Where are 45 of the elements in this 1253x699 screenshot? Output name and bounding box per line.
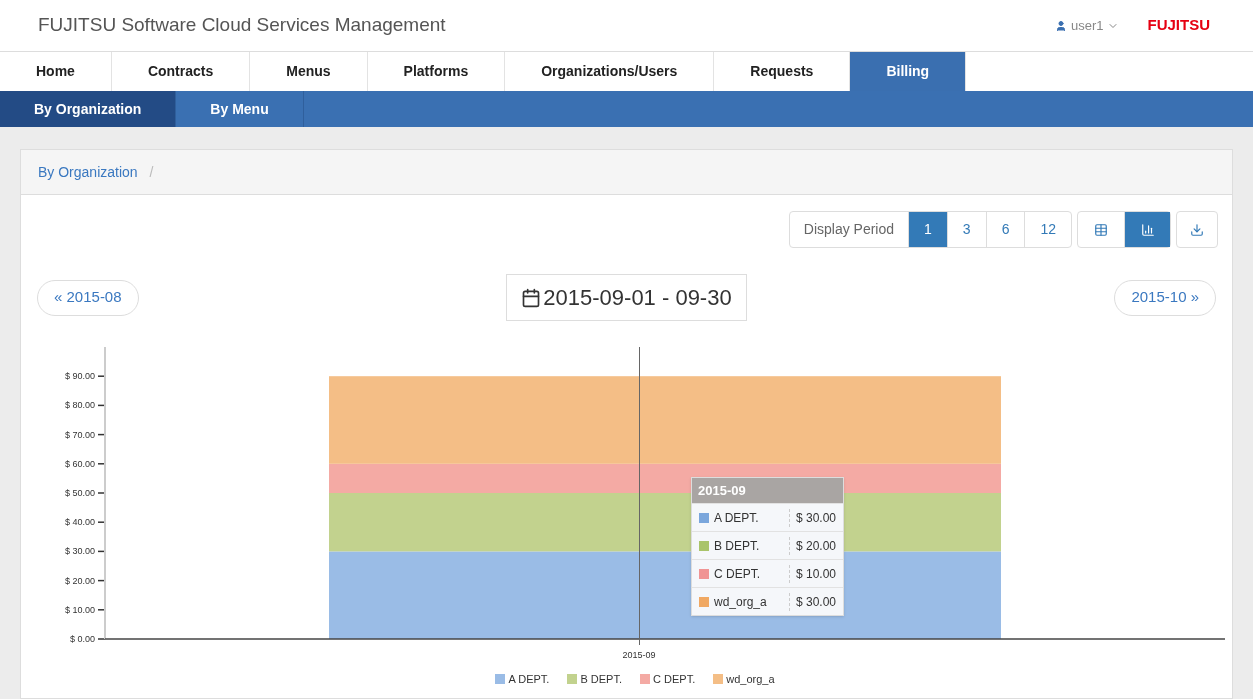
table-icon bbox=[1094, 222, 1108, 237]
tooltip-value: $ 30.00 bbox=[789, 592, 837, 611]
legend-label: A DEPT. bbox=[508, 672, 550, 687]
y-tick-label: $ 50.00 bbox=[64, 488, 95, 498]
tooltip-value: $ 30.00 bbox=[789, 508, 837, 527]
logo: FUJITSU bbox=[1147, 15, 1210, 36]
legend-label: wd_org_a bbox=[726, 672, 775, 687]
legend-label: B DEPT. bbox=[580, 672, 622, 687]
download-button[interactable] bbox=[1176, 211, 1218, 248]
y-tick-label: $ 70.00 bbox=[64, 429, 95, 440]
bar-chart-icon bbox=[1140, 222, 1155, 237]
tooltip-series-name: A DEPT. bbox=[714, 509, 760, 527]
period-button[interactable]: 1 bbox=[908, 212, 947, 247]
y-tick-label: $ 20.00 bbox=[64, 575, 95, 586]
tooltip-series-name: wd_org_a bbox=[714, 593, 768, 611]
display-period-label: Display Period bbox=[802, 220, 896, 239]
y-tick-label: $ 10.00 bbox=[64, 604, 95, 615]
tooltip-title: 2015-09 bbox=[692, 478, 843, 503]
user-icon bbox=[1054, 19, 1067, 32]
breadcrumb-separator: / bbox=[149, 162, 154, 182]
date-range-text: 2015-09-01 - 09-30 bbox=[543, 284, 732, 312]
legend-label: C DEPT. bbox=[653, 672, 696, 687]
y-tick-label: $ 90.00 bbox=[64, 371, 95, 382]
download-icon bbox=[1190, 222, 1204, 237]
breadcrumb-link[interactable]: By Organization bbox=[38, 161, 138, 183]
period-button[interactable]: 3 bbox=[946, 212, 986, 247]
tooltip-series-name: C DEPT. bbox=[714, 565, 761, 583]
y-tick-label: $ 30.00 bbox=[64, 546, 95, 557]
calendar-icon bbox=[521, 287, 542, 308]
user-menu[interactable]: user1 bbox=[1070, 15, 1104, 36]
sub-tab[interactable]: By Organization bbox=[0, 91, 177, 127]
nav-tab[interactable]: Billing bbox=[850, 52, 967, 91]
y-tick-label: $ 40.00 bbox=[64, 517, 95, 528]
x-tick-label: 2015-09 bbox=[622, 650, 656, 660]
chart-view-button[interactable] bbox=[1124, 212, 1170, 247]
app-title: FUJITSU Software Cloud Services Management bbox=[38, 13, 446, 38]
y-tick-label: $ 0.00 bbox=[69, 634, 95, 644]
y-tick-label: $ 60.00 bbox=[64, 458, 95, 469]
y-tick-label: $ 80.00 bbox=[64, 400, 95, 411]
sub-tab[interactable]: By Menu bbox=[176, 91, 304, 127]
tooltip-value: $ 10.00 bbox=[789, 564, 837, 583]
tooltip-series-name: B DEPT. bbox=[714, 537, 761, 555]
period-button[interactable]: 6 bbox=[985, 212, 1025, 247]
tooltip-value: $ 20.00 bbox=[789, 536, 837, 555]
period-button[interactable]: 12 bbox=[1024, 212, 1071, 247]
